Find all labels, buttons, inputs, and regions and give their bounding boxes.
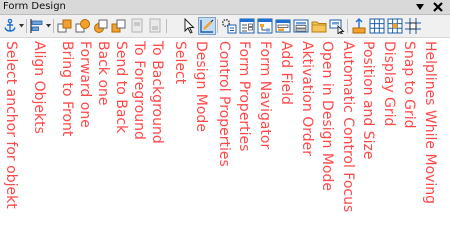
form-design-toolbar [0,15,450,38]
annotation-select: Select [172,41,188,85]
align-objects-icon[interactable] [29,18,45,34]
open-in-design-mode-icon[interactable] [311,18,327,34]
close-icon[interactable] [430,0,446,14]
annotation-display-grid: Display Grid [381,41,397,127]
form-design-window: Form Design Select anchor for objekt Ali… [0,0,450,250]
window-title: Form Design [3,1,66,12]
annotation-position-and-size: Position and Size [360,41,376,160]
display-grid-icon[interactable] [369,18,385,34]
helplines-while-moving-icon[interactable] [405,18,421,34]
back-one-icon[interactable] [93,18,109,34]
forward-one-icon[interactable] [75,18,91,34]
annotation-to-background: To Background [149,41,165,144]
annotation-snap-to-grid: Snap to Grid [401,41,417,129]
window-menu-icon[interactable] [413,0,427,14]
select-pointer-icon[interactable] [181,18,197,34]
toolbar-separator [347,19,348,33]
automatic-control-focus-icon[interactable] [329,18,345,34]
to-background-icon[interactable] [147,18,163,34]
toolbar-separator [26,19,27,33]
toolbar-separator [166,19,167,33]
design-mode-icon[interactable] [198,17,216,35]
anchor-dropdown-icon[interactable] [18,18,24,34]
control-properties-icon[interactable] [221,18,237,34]
window-titlebar: Form Design [0,0,450,15]
form-properties-icon[interactable] [239,18,255,34]
toolbar-separator [217,19,218,33]
annotation-align-objects: Align Objekts [31,41,47,134]
toolbar-separator [53,19,54,33]
add-field-icon[interactable] [275,18,291,34]
annotation-open-in-design-mode: Open in Design Mode [319,41,335,191]
annotation-helplines-while-moving: Helplines While Moving [422,41,438,205]
annotation-bring-to-front: Bring to Front [59,41,75,137]
annotation-control-properties: Control Properties [216,41,232,167]
annotation-to-foreground: To Foreground [131,41,147,140]
position-and-size-icon[interactable] [351,18,367,34]
snap-to-grid-icon[interactable] [387,18,403,34]
annotation-back-one: Back one [95,41,111,106]
tool-annotations: Select anchor for objekt Align Objekts B… [0,38,450,250]
send-to-back-icon[interactable] [111,18,127,34]
annotation-add-field: Add Field [278,41,294,105]
annotation-form-navigator: Form Navigator [257,41,273,150]
annotation-forward-one: Forward one [77,41,93,128]
activation-order-icon[interactable] [293,18,309,34]
annotation-design-mode: Design Mode [193,41,209,132]
annotation-select-anchor: Select anchor for objekt [3,41,19,209]
bring-to-front-icon[interactable] [57,18,73,34]
align-dropdown-icon[interactable] [45,18,51,34]
annotation-send-to-back: Send to Back [113,41,129,134]
to-foreground-icon[interactable] [129,18,145,34]
annotation-automatic-control-focus: Automatic Control Focus [340,41,356,213]
anchor-icon[interactable] [2,18,18,34]
form-navigator-icon[interactable] [257,18,273,34]
annotation-form-properties: Form Properties [236,41,252,152]
annotation-activation-order: Aktivation Order [299,41,315,156]
